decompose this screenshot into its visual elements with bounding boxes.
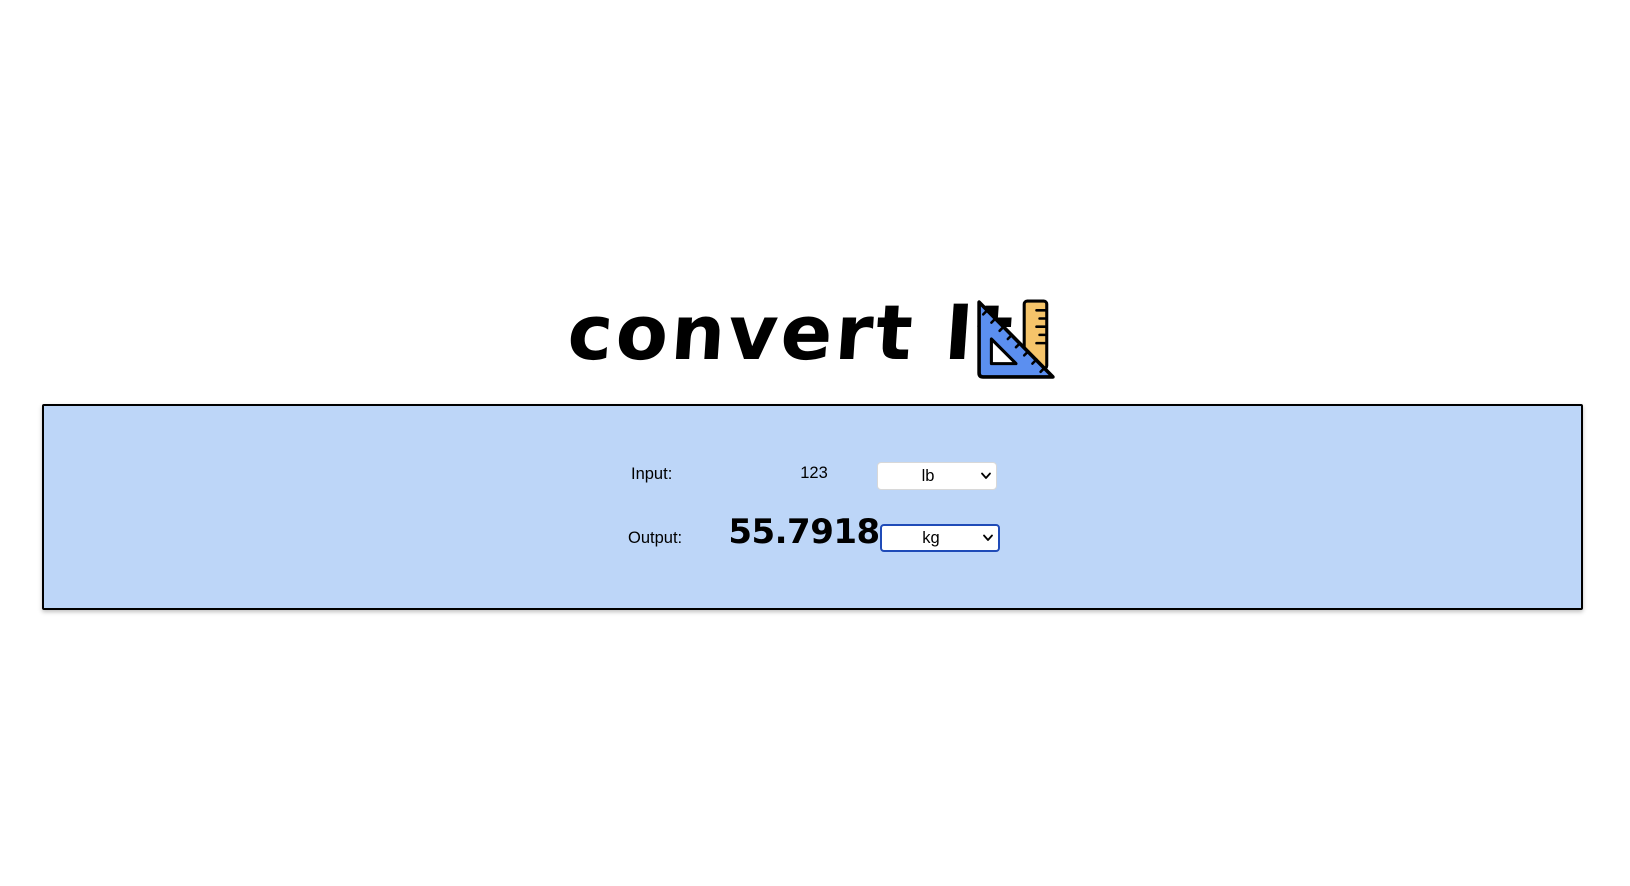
ruler-triangle-icon xyxy=(977,299,1055,379)
output-unit-value: kg xyxy=(922,529,940,547)
input-unit-select[interactable]: lb xyxy=(877,462,997,490)
input-value-field[interactable] xyxy=(764,463,864,483)
chevron-down-icon xyxy=(983,534,993,541)
header: convert It! xyxy=(0,288,1630,390)
converter-panel: Input: lb Output: 55.7918 kg xyxy=(42,404,1583,610)
output-unit-select[interactable]: kg xyxy=(880,524,1000,552)
input-unit-value: lb xyxy=(921,467,935,485)
output-value: 55.7918 xyxy=(728,512,880,552)
output-label: Output: xyxy=(628,529,683,547)
chevron-down-icon xyxy=(981,472,991,479)
input-label: Input: xyxy=(631,465,673,483)
